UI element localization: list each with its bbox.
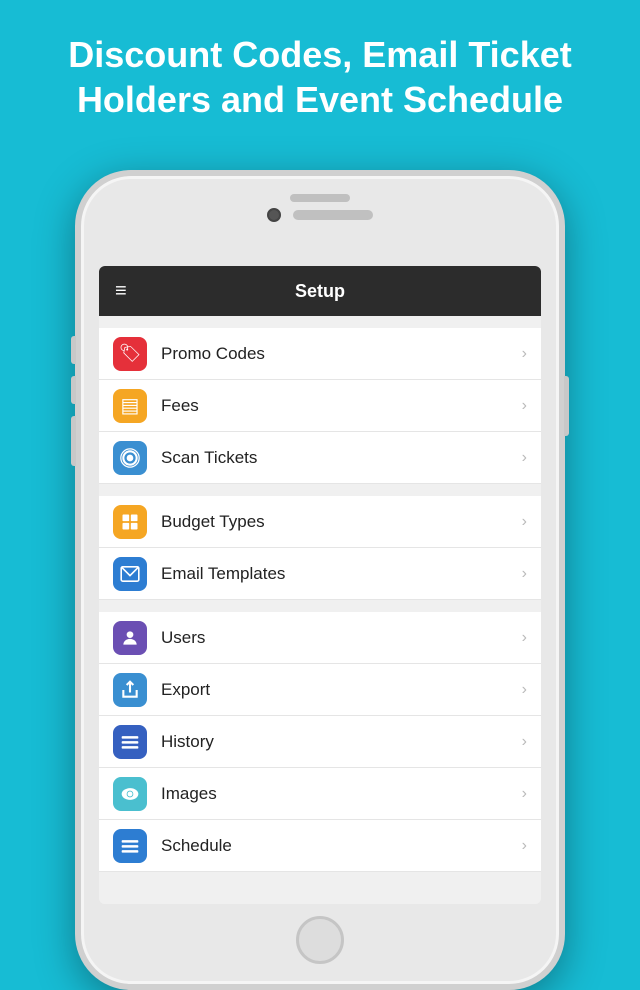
fees-label: Fees <box>161 396 522 416</box>
users-icon <box>113 621 147 655</box>
phone-top <box>81 176 559 222</box>
menu-item-scan-tickets[interactable]: Scan Tickets › <box>99 432 541 484</box>
export-chevron: › <box>522 681 527 699</box>
section-gap-3 <box>99 600 541 612</box>
budget-types-chevron: › <box>522 513 527 531</box>
fees-chevron: › <box>522 397 527 415</box>
schedule-icon <box>113 829 147 863</box>
home-button[interactable] <box>296 916 344 964</box>
app-navbar: ≡ Setup <box>99 266 541 316</box>
users-label: Users <box>161 628 522 648</box>
history-chevron: › <box>522 733 527 751</box>
menu-item-fees[interactable]: ▤ Fees › <box>99 380 541 432</box>
phone-speaker <box>290 194 350 202</box>
email-templates-label: Email Templates <box>161 564 522 584</box>
fees-icon: ▤ <box>113 389 147 423</box>
hamburger-icon[interactable]: ≡ <box>115 281 127 301</box>
history-icon <box>113 725 147 759</box>
menu-item-schedule[interactable]: Schedule › <box>99 820 541 872</box>
schedule-label: Schedule <box>161 836 522 856</box>
email-templates-icon <box>113 557 147 591</box>
menu-item-email-templates[interactable]: Email Templates › <box>99 548 541 600</box>
promo-codes-chevron: › <box>522 345 527 363</box>
side-button-power <box>564 376 569 436</box>
menu-section-2: Budget Types › Email Templates › <box>99 496 541 600</box>
scan-tickets-label: Scan Tickets <box>161 448 522 468</box>
phone-shell: ≡ Setup 🏷 Promo Codes › ▤ Fees › <box>75 170 565 990</box>
export-label: Export <box>161 680 522 700</box>
phone-screen: ≡ Setup 🏷 Promo Codes › ▤ Fees › <box>99 266 541 904</box>
export-icon <box>113 673 147 707</box>
images-label: Images <box>161 784 522 804</box>
budget-types-icon <box>113 505 147 539</box>
promo-codes-icon: 🏷 <box>113 337 147 371</box>
images-chevron: › <box>522 785 527 803</box>
menu-item-budget-types[interactable]: Budget Types › <box>99 496 541 548</box>
phone-camera <box>267 208 281 222</box>
email-templates-chevron: › <box>522 565 527 583</box>
users-chevron: › <box>522 629 527 647</box>
page-title: Discount Codes, Email Ticket Holders and… <box>40 32 600 122</box>
scan-tickets-icon <box>113 441 147 475</box>
menu-section-1: 🏷 Promo Codes › ▤ Fees › Scan Tickets <box>99 328 541 484</box>
side-button-mute <box>71 336 76 364</box>
menu-section-3: Users › Export › <box>99 612 541 872</box>
page-header: Discount Codes, Email Ticket Holders and… <box>0 0 640 142</box>
history-label: History <box>161 732 522 752</box>
side-button-vol-down <box>71 416 76 466</box>
scan-tickets-chevron: › <box>522 449 527 467</box>
images-icon <box>113 777 147 811</box>
menu-item-users[interactable]: Users › <box>99 612 541 664</box>
schedule-chevron: › <box>522 837 527 855</box>
menu-item-images[interactable]: Images › <box>99 768 541 820</box>
section-gap-2 <box>99 484 541 496</box>
budget-types-label: Budget Types <box>161 512 522 532</box>
menu-item-history[interactable]: History › <box>99 716 541 768</box>
menu-item-promo-codes[interactable]: 🏷 Promo Codes › <box>99 328 541 380</box>
phone-earpiece <box>293 210 373 220</box>
side-button-vol-up <box>71 376 76 404</box>
nav-title: Setup <box>295 281 345 302</box>
section-gap-top <box>99 316 541 328</box>
menu-list: 🏷 Promo Codes › ▤ Fees › Scan Tickets <box>99 316 541 904</box>
promo-codes-label: Promo Codes <box>161 344 522 364</box>
menu-item-export[interactable]: Export › <box>99 664 541 716</box>
